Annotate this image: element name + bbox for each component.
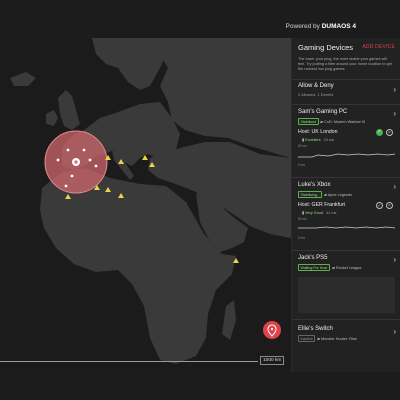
allow-deny-title: Allow & Deny — [298, 83, 334, 89]
server-dot[interactable] — [88, 158, 92, 162]
server-dot[interactable] — [94, 164, 98, 168]
game-label: ▰ Monster Hunter: Rise — [317, 336, 357, 341]
add-device-button[interactable]: ADD DEVICE — [362, 44, 395, 50]
device-name: Luke's Xbox — [298, 182, 331, 188]
ping-readout: ▮ Very Good 41 ms — [302, 210, 336, 215]
game-label: ▰ Rocket League — [332, 265, 362, 270]
device-card[interactable]: Ellie's Switch › Inactive ▰ Monster Hunt… — [292, 320, 400, 350]
status-badge: Stabilising... — [298, 191, 323, 198]
ping-axis-bottom: 0 ms — [298, 236, 305, 240]
game-name: Apex Legends — [327, 193, 353, 197]
ping-sparkline — [298, 226, 395, 229]
ping-graph-placeholder — [298, 277, 395, 313]
chevron-right-icon: › — [393, 327, 396, 336]
home-location-center — [74, 160, 78, 164]
ping-readout: ▮ Excellent 24 ms — [302, 137, 334, 142]
device-name: Ellie's Switch — [298, 326, 333, 332]
chevron-right-icon: › — [393, 255, 396, 264]
game-name: CoD: Modern Warfare III — [323, 120, 366, 124]
server-dot[interactable] — [82, 148, 86, 152]
close-icon[interactable]: × — [386, 202, 393, 209]
chevron-right-icon: › — [393, 85, 396, 94]
panel-intro-text: The lower your ping, the more stable you… — [298, 57, 392, 72]
ping-axis-top: 80 ms — [298, 217, 307, 221]
allow-deny-subtitle: 2 Allowed, 1 Denied — [298, 92, 334, 97]
world-map[interactable] — [0, 38, 291, 372]
powered-by: Powered by DUMAOS 4 — [286, 23, 356, 30]
map-pin-dot — [270, 327, 274, 331]
server-dot[interactable] — [70, 174, 74, 178]
game-name: Monster Hunter: Rise — [320, 337, 357, 341]
close-icon[interactable]: × — [386, 129, 393, 136]
map-scale-bar — [0, 361, 258, 362]
game-name: Rocket League — [335, 266, 362, 270]
top-bar: Powered by DUMAOS 4 — [0, 0, 400, 38]
ping-quality: Excellent — [305, 138, 321, 142]
server-dot[interactable] — [66, 148, 70, 152]
map-canvas[interactable] — [0, 38, 291, 372]
brand-logo: DUMAOS 4 — [321, 23, 356, 30]
gaming-devices-panel: Gaming Devices ADD DEVICE The lower your… — [291, 38, 400, 372]
game-label: ▰ CoD: Modern Warfare III — [320, 119, 365, 124]
server-dot[interactable] — [64, 184, 68, 188]
check-icon[interactable]: ✓ — [376, 202, 383, 209]
chevron-right-icon: › — [393, 109, 396, 118]
bottom-bar — [0, 372, 400, 400]
powered-by-prefix: Powered by — [285, 23, 320, 30]
device-card[interactable]: Luke's Xbox › Stabilising... ▰ Apex Lege… — [292, 178, 400, 250]
device-name: Sam's Gaming PC — [298, 109, 348, 115]
status-badge: Waiting For Host — [298, 264, 330, 271]
check-icon[interactable]: ✓ — [376, 129, 383, 136]
device-name: Jack's PS5 — [298, 255, 328, 261]
ping-ms: 41 ms — [326, 211, 337, 215]
ping-axis-top: 80 ms — [298, 144, 307, 148]
map-scale-label: 1000 km — [260, 356, 285, 365]
device-card[interactable]: Jack's PS5 › Waiting For Host ▰ Rocket L… — [292, 251, 400, 317]
ping-axis-bottom: 0 ms — [298, 163, 305, 167]
ping-ms: 24 ms — [323, 138, 334, 142]
allow-deny-row[interactable]: Allow & Deny 2 Allowed, 1 Denied › — [292, 80, 400, 102]
host-label: Host: GER Frankfurt — [298, 202, 345, 208]
panel-title: Gaming Devices — [298, 43, 354, 52]
ping-quality: Very Good — [305, 211, 324, 215]
device-card[interactable]: Sam's Gaming PC › Stabilised ▰ CoD: Mode… — [292, 105, 400, 177]
host-label: Host: UK London — [298, 129, 338, 135]
ping-sparkline — [298, 153, 395, 158]
game-label: ▰ Apex Legends — [324, 192, 352, 197]
server-dot[interactable] — [56, 158, 60, 162]
status-badge: Stabilised — [298, 118, 319, 125]
chevron-right-icon: › — [393, 182, 396, 191]
status-badge: Inactive — [298, 335, 316, 342]
